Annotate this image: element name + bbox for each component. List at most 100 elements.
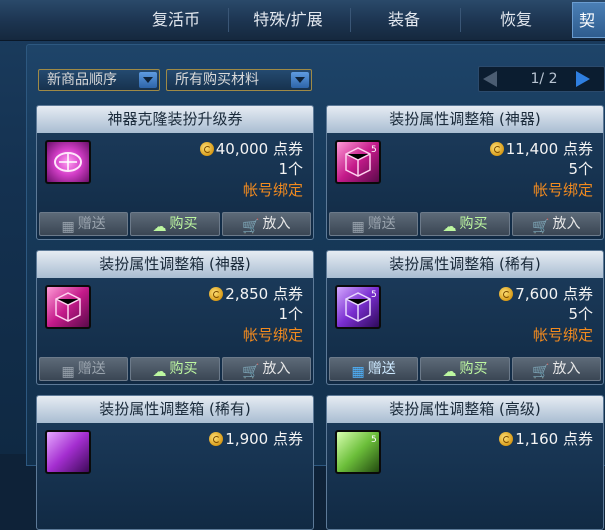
item-actions: ▦ 赠送 ☁ 购买 🛒 放入	[329, 212, 601, 236]
item-actions: ▦ 赠送 ☁ 购买 🛒 放入	[329, 357, 601, 381]
cart-button[interactable]: 🛒 放入	[221, 212, 311, 236]
coupon-coin-icon	[209, 432, 224, 446]
green-box-icon[interactable]: 5	[335, 430, 381, 474]
pink-box-icon[interactable]: 5	[335, 140, 381, 184]
next-page-icon[interactable]	[576, 71, 590, 87]
sort-dropdown[interactable]: 新商品顺序	[38, 69, 160, 91]
gift-label: 赠送	[367, 216, 396, 232]
gift-icon: ▦	[351, 364, 365, 380]
cart-button[interactable]: 🛒 放入	[221, 357, 311, 381]
buy-button[interactable]: ☁ 购买	[420, 357, 510, 381]
material-dropdown[interactable]: 所有购买材料	[166, 69, 312, 91]
cart-icon: 🛒	[532, 219, 550, 235]
tab-special-expansion[interactable]: 特殊/扩展	[232, 0, 344, 40]
quantity: 1个	[278, 160, 303, 178]
tab-equipment[interactable]: 装备	[354, 0, 454, 40]
tab-recovery[interactable]: 恢复	[466, 0, 566, 40]
binding-label: 帐号绑定	[532, 181, 593, 199]
item-card: 装扮属性调整箱 (神器) 2,850 点券 1个 帐号绑定 ▦ 赠送 ☁ 购买 🛒 放…	[36, 250, 314, 385]
cart-label: 放入	[262, 216, 291, 232]
stack-badge: 5	[371, 435, 377, 445]
page-indicator: 1/ 2	[530, 71, 558, 87]
item-title: 神器克隆装扮升级券	[37, 106, 313, 133]
cart-label: 放入	[552, 216, 581, 232]
purple-box-icon[interactable]	[45, 430, 91, 474]
tab-divider	[350, 8, 351, 32]
buy-label: 购买	[169, 216, 198, 232]
gift-button[interactable]: ▦ 赠送	[329, 212, 419, 236]
gift-button[interactable]: ▦ 赠送	[329, 357, 419, 381]
gift-label: 赠送	[77, 361, 106, 377]
cart-icon: 🛒	[242, 219, 260, 235]
buy-icon: ☁	[152, 219, 167, 235]
gift-button[interactable]: ▦ 赠送	[39, 357, 129, 381]
cart-label: 放入	[552, 361, 581, 377]
coupon-coin-icon	[489, 142, 504, 156]
cart-label: 放入	[262, 361, 291, 377]
price: 7,600 点券	[499, 285, 593, 303]
item-title: 装扮属性调整箱 (稀有)	[37, 396, 313, 423]
pink-box-icon[interactable]	[45, 285, 91, 329]
prev-page-icon[interactable]	[483, 71, 497, 87]
gift-icon: ▦	[351, 219, 365, 235]
buy-icon: ☁	[152, 364, 167, 380]
cart-icon: 🛒	[242, 364, 260, 380]
tab-revive-coin[interactable]: 复活币	[128, 0, 224, 40]
tab-divider	[228, 8, 229, 32]
buy-button[interactable]: ☁ 购买	[130, 357, 220, 381]
buy-label: 购买	[459, 216, 488, 232]
item-title: 装扮属性调整箱 (高级)	[327, 396, 603, 423]
category-tab-bar: 复活币 特殊/扩展 装备 恢复 契	[0, 0, 605, 41]
coupon-coin-icon	[199, 142, 214, 156]
gift-icon: ▦	[61, 219, 75, 235]
price-text: 40,000 点券	[215, 140, 303, 158]
gift-label: 赠送	[367, 361, 396, 377]
binding-label: 帐号绑定	[242, 326, 303, 344]
item-card: 装扮属性调整箱 (稀有) 5 7,600 点券 5个 帐号绑定 ▦ 赠送 ☁ 购买 …	[326, 250, 604, 385]
price-text: 11,400 点券	[505, 140, 593, 158]
quantity: 5个	[568, 160, 593, 178]
coupon-coin-icon	[499, 432, 514, 446]
tab-active-partial[interactable]: 契	[572, 2, 605, 38]
item-card: 装扮属性调整箱 (神器) 5 11,400 点券 5个 帐号绑定 ▦ 赠送 ☁ 购买…	[326, 105, 604, 240]
buy-button[interactable]: ☁ 购买	[130, 212, 220, 236]
chevron-down-icon	[291, 72, 309, 88]
item-card: 装扮属性调整箱 (稀有) 1,900 点券	[36, 395, 314, 530]
buy-icon: ☁	[442, 219, 457, 235]
cart-icon: 🛒	[532, 364, 550, 380]
price-text: 1,900 点券	[225, 430, 303, 448]
price: 1,160 点券	[499, 430, 593, 448]
stack-badge: 5	[371, 145, 377, 155]
item-card: 装扮属性调整箱 (高级) 5 1,160 点券	[326, 395, 604, 530]
price: 1,900 点券	[209, 430, 303, 448]
quantity: 1个	[278, 305, 303, 323]
price: 11,400 点券	[489, 140, 593, 158]
gift-button[interactable]: ▦ 赠送	[39, 212, 129, 236]
cart-button[interactable]: 🛒 放入	[511, 212, 601, 236]
buy-label: 购买	[169, 361, 198, 377]
tab-divider	[460, 8, 461, 32]
item-actions: ▦ 赠送 ☁ 购买 🛒 放入	[39, 212, 311, 236]
stack-badge: 5	[371, 290, 377, 300]
buy-button[interactable]: ☁ 购买	[420, 212, 510, 236]
coupon-coin-icon	[209, 287, 224, 301]
pink-rune-icon[interactable]	[45, 140, 91, 184]
price-text: 1,160 点券	[515, 430, 593, 448]
coupon-coin-icon	[499, 287, 514, 301]
price: 40,000 点券	[199, 140, 303, 158]
binding-label: 帐号绑定	[532, 326, 593, 344]
buy-label: 购买	[459, 361, 488, 377]
gift-label: 赠送	[77, 216, 106, 232]
gift-icon: ▦	[61, 364, 75, 380]
item-title: 装扮属性调整箱 (神器)	[327, 106, 603, 133]
item-title: 装扮属性调整箱 (神器)	[37, 251, 313, 278]
item-actions: ▦ 赠送 ☁ 购买 🛒 放入	[39, 357, 311, 381]
box-glyph: 5	[371, 435, 377, 445]
price: 2,850 点券	[209, 285, 303, 303]
material-dropdown-label: 所有购买材料	[175, 72, 259, 88]
cart-button[interactable]: 🛒 放入	[511, 357, 601, 381]
buy-icon: ☁	[442, 364, 457, 380]
purple-box-icon[interactable]: 5	[335, 285, 381, 329]
quantity: 5个	[568, 305, 593, 323]
price-text: 2,850 点券	[225, 285, 303, 303]
